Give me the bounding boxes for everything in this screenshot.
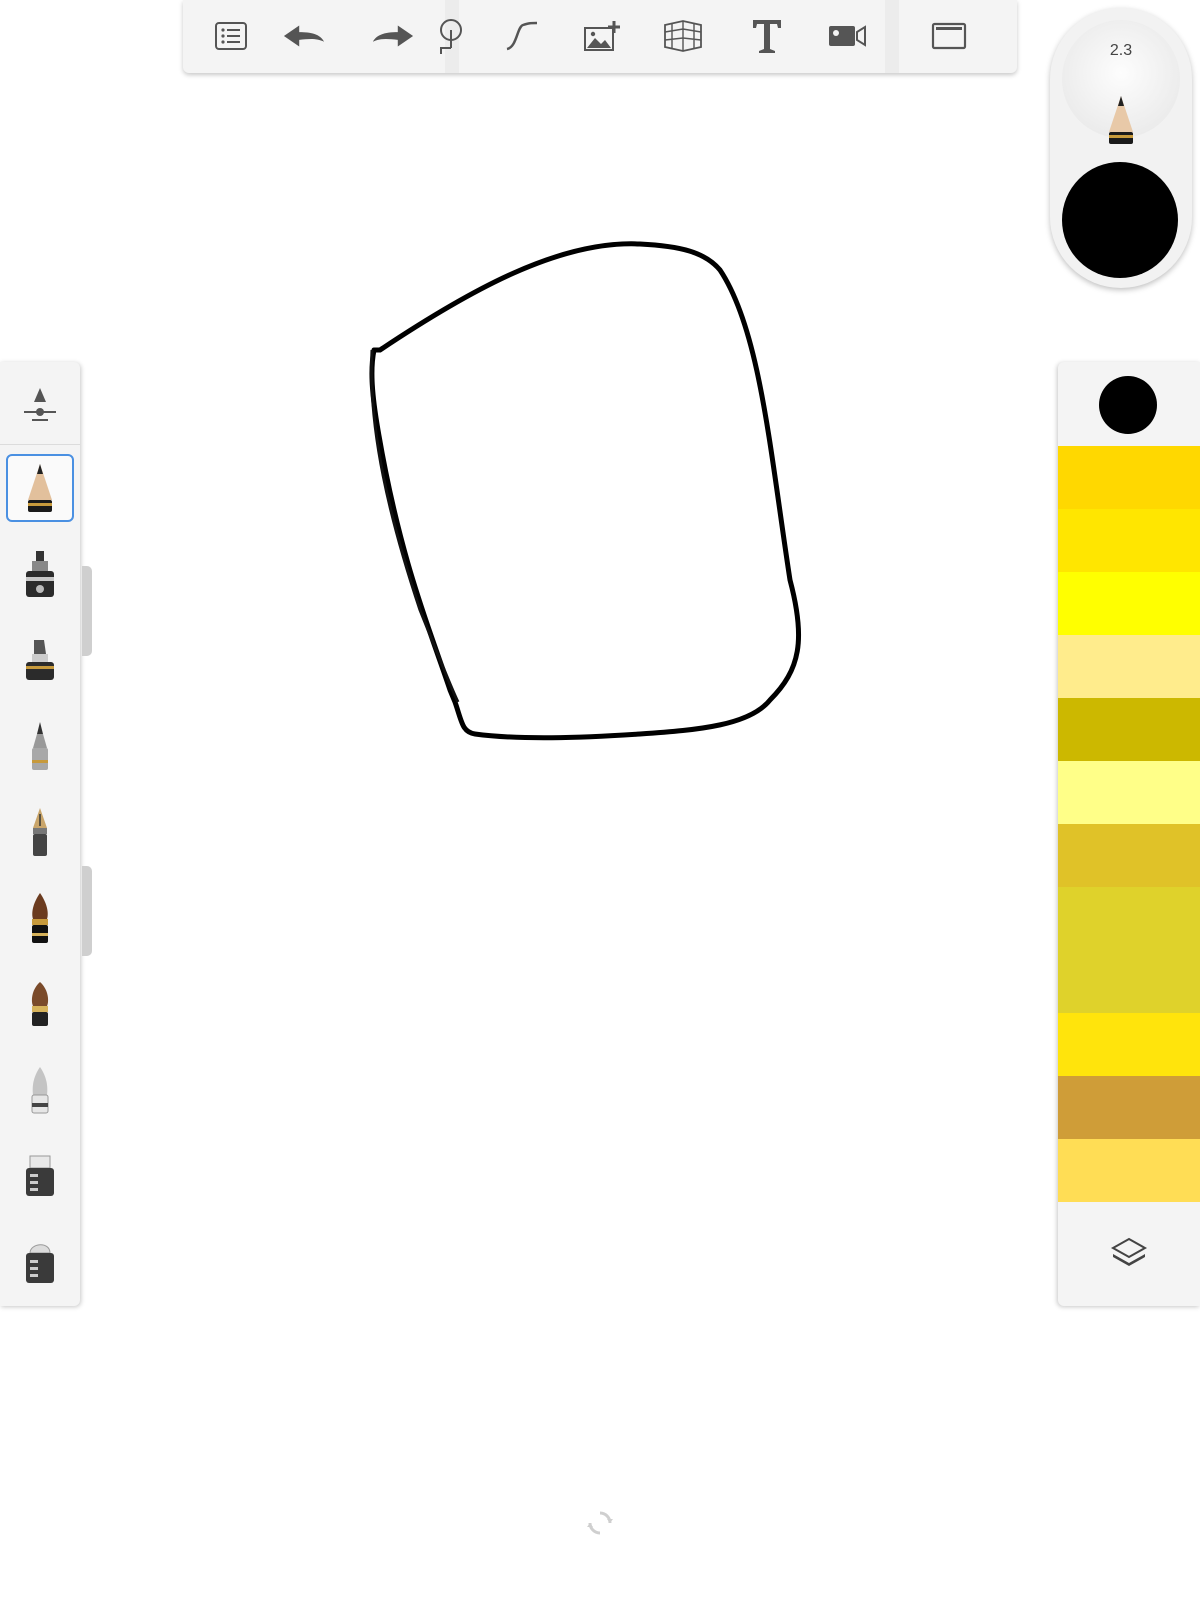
paint-brush-icon: [31, 982, 49, 1026]
fountain-pen-icon: [33, 808, 47, 856]
ink-brush-icon: [32, 893, 48, 943]
soft-eraser-icon: [26, 1244, 54, 1283]
current-color-swatch[interactable]: [1099, 376, 1157, 434]
brush-palette-scroll-handle[interactable]: [82, 566, 92, 656]
brush-eraser-hard[interactable]: [6, 1142, 74, 1210]
color-swatch[interactable]: [1058, 509, 1200, 572]
video-camera-icon: [829, 25, 866, 47]
current-color-puck[interactable]: [1062, 162, 1178, 278]
color-swatch[interactable]: [1058, 1076, 1200, 1139]
color-panel: [1058, 362, 1200, 1306]
layers-button[interactable]: [1106, 1232, 1152, 1272]
curve-icon: [506, 21, 538, 51]
undo-button[interactable]: [282, 16, 326, 56]
menu-list-button[interactable]: [209, 16, 253, 56]
frame-icon: [931, 22, 967, 50]
brush-size-puck[interactable]: 2.3: [1062, 20, 1180, 144]
color-swatch[interactable]: [1058, 446, 1200, 509]
marker-icon: [26, 551, 54, 597]
eraser-icon: [26, 1155, 54, 1196]
fullscreen-button[interactable]: [927, 16, 971, 56]
redo-button[interactable]: [371, 16, 415, 56]
panel-divider: [0, 444, 80, 445]
color-swatch[interactable]: [1058, 1013, 1200, 1076]
color-swatch[interactable]: [1058, 887, 1200, 950]
brush-palette-scroll-handle[interactable]: [82, 866, 92, 956]
slider-settings-icon: [24, 388, 56, 421]
text-icon: [753, 20, 781, 53]
image-add-icon: [584, 21, 620, 51]
brush-chisel-marker[interactable]: [6, 626, 74, 694]
ballpoint-pen-icon: [32, 722, 48, 770]
brush-settings-button[interactable]: [6, 370, 74, 438]
record-button[interactable]: [825, 16, 869, 56]
brush-eraser-soft[interactable]: [6, 1228, 74, 1296]
color-swatch[interactable]: [1058, 635, 1200, 698]
brush-puck[interactable]: 2.3: [1050, 8, 1192, 288]
drawn-stroke-accent: [370, 349, 460, 703]
drawing-canvas[interactable]: [0, 0, 1200, 1600]
brush-palette: [0, 362, 80, 1306]
color-swatch[interactable]: [1058, 572, 1200, 635]
list-icon: [215, 22, 247, 50]
pencil-icon: [28, 464, 52, 512]
brush-pencil[interactable]: [6, 454, 74, 522]
toolbar-separator: [885, 0, 899, 73]
undo-arrow-icon: [283, 25, 325, 47]
layers-icon: [1110, 1237, 1148, 1266]
perspective-button[interactable]: [661, 16, 705, 56]
color-swatches: [1058, 446, 1200, 1206]
text-button[interactable]: [745, 16, 789, 56]
brush-paint[interactable]: [6, 970, 74, 1038]
brush-airbrush[interactable]: [6, 1056, 74, 1124]
brush-ballpoint[interactable]: [6, 712, 74, 780]
redo-arrow-icon: [372, 25, 414, 47]
chisel-marker-icon: [26, 640, 54, 680]
drawn-stroke: [369, 241, 802, 741]
brush-ink[interactable]: [6, 884, 74, 952]
color-swatch[interactable]: [1058, 761, 1200, 824]
import-image-button[interactable]: [580, 16, 624, 56]
pencil-icon: [1109, 96, 1133, 144]
color-swatch[interactable]: [1058, 950, 1200, 1013]
top-toolbar: [183, 0, 1017, 73]
guides-button[interactable]: [499, 16, 543, 56]
sync-icon: [587, 1511, 613, 1535]
color-swatch[interactable]: [1058, 1139, 1200, 1202]
selection-tool-button[interactable]: [428, 16, 472, 56]
airbrush-icon: [31, 1067, 49, 1114]
color-swatch[interactable]: [1058, 698, 1200, 761]
brush-marker[interactable]: [6, 540, 74, 608]
perspective-grid-icon: [664, 20, 702, 52]
color-swatch[interactable]: [1058, 824, 1200, 887]
brush-size-value: 2.3: [1109, 42, 1133, 59]
brush-fountain-pen[interactable]: [6, 798, 74, 866]
lasso-icon: [440, 19, 462, 54]
